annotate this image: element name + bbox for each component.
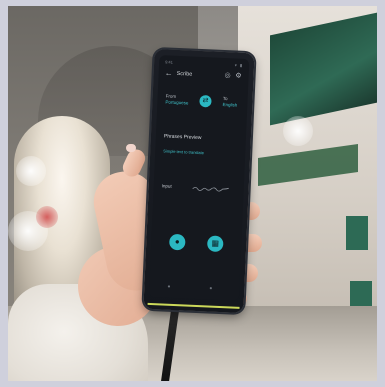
status-time: 9:41 — [165, 59, 174, 65]
microphone-button[interactable]: ● — [168, 233, 186, 251]
thumb-nail — [126, 144, 136, 152]
microphone-icon[interactable]: ◎ — [224, 71, 231, 81]
input-label: Input — [161, 183, 172, 189]
section-title: Phrases Preview — [163, 133, 202, 142]
target-language[interactable]: To English — [222, 96, 237, 109]
microphone-icon: ● — [174, 237, 180, 247]
source-language[interactable]: From Portuguese — [165, 93, 189, 106]
window-shutter — [350, 281, 372, 307]
app-toolbar: ← Scribe ◎ ⚙ — [162, 68, 244, 84]
language-selector: From Portuguese ⇄ To English — [161, 91, 244, 117]
keyboard-icon: ▦ — [211, 238, 220, 248]
bokeh-light — [16, 156, 46, 186]
section-link[interactable]: Simple text to translate — [163, 148, 204, 155]
smartphone: 9:41 ▾ ▮ ← Scribe ◎ ⚙ From Portuguese ⇄ — [143, 48, 255, 314]
bokeh-light — [283, 116, 313, 146]
bokeh-light-red — [36, 206, 58, 228]
back-arrow-icon[interactable]: ← — [164, 68, 172, 78]
source-language-value: Portuguese — [165, 99, 189, 106]
nav-bar: ● ● — [149, 283, 239, 295]
target-language-value: English — [222, 101, 238, 108]
handwriting-preview — [192, 186, 229, 192]
status-bar: 9:41 ▾ ▮ — [165, 59, 243, 68]
swap-icon: ⇄ — [202, 97, 209, 105]
keyboard-button[interactable]: ▦ — [206, 235, 224, 253]
phone-screen: 9:41 ▾ ▮ ← Scribe ◎ ⚙ From Portuguese ⇄ — [148, 55, 250, 301]
nav-home-icon[interactable]: ● — [209, 286, 212, 292]
accent-strip — [147, 302, 240, 309]
gear-icon[interactable]: ⚙ — [235, 71, 242, 81]
swap-languages-button[interactable]: ⇄ — [199, 94, 212, 108]
photo-frame: 9:41 ▾ ▮ ← Scribe ◎ ⚙ From Portuguese ⇄ — [0, 0, 385, 387]
nav-back-icon[interactable]: ● — [167, 284, 170, 290]
status-icons: ▾ ▮ — [234, 62, 244, 68]
street-photo: 9:41 ▾ ▮ ← Scribe ◎ ⚙ From Portuguese ⇄ — [8, 6, 377, 381]
app-title: Scribe — [176, 70, 193, 78]
window-shutter — [346, 216, 368, 250]
